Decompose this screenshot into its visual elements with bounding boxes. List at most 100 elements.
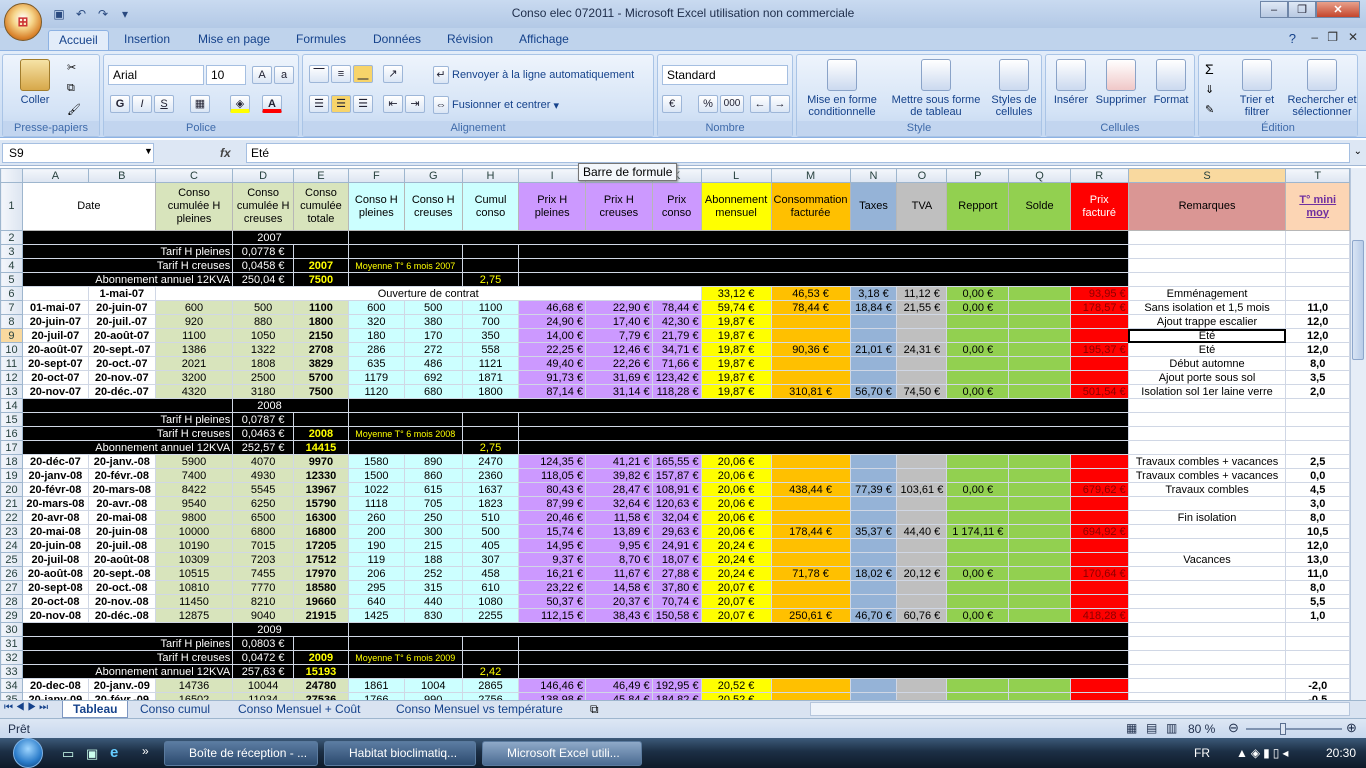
cell[interactable] bbox=[1127, 622, 1287, 637]
zoom-level[interactable]: 80 % bbox=[1188, 722, 1215, 736]
cell-e[interactable]: 1800 bbox=[293, 314, 349, 329]
cell-r[interactable] bbox=[1069, 314, 1129, 329]
cell-f[interactable]: 640 bbox=[347, 594, 405, 609]
cell[interactable] bbox=[1285, 230, 1350, 245]
cell-nn[interactable]: 77,39 € bbox=[849, 482, 898, 497]
cell-h[interactable]: 1100 bbox=[461, 300, 520, 315]
cell-a[interactable]: 20-avr-08 bbox=[21, 510, 89, 525]
cell-q[interactable] bbox=[1008, 524, 1071, 539]
tarif-value[interactable]: 252,57 € bbox=[232, 440, 294, 455]
cell-t[interactable]: 10,5 bbox=[1285, 524, 1350, 539]
cell-i[interactable]: 146,46 € bbox=[518, 678, 587, 693]
cell-l[interactable]: 19,87 € bbox=[700, 314, 772, 329]
cell-t[interactable]: 2,0 bbox=[1285, 384, 1350, 399]
vertical-scroll-thumb[interactable] bbox=[1352, 240, 1364, 360]
cell-b[interactable]: 20-nov.-08 bbox=[87, 594, 156, 609]
cell-e[interactable]: 2708 bbox=[293, 342, 349, 357]
cell-j[interactable]: 38,43 € bbox=[585, 608, 653, 623]
cell[interactable] bbox=[1127, 426, 1287, 441]
header-date[interactable]: Date bbox=[21, 182, 156, 231]
cell-q[interactable] bbox=[1008, 552, 1071, 567]
row-header[interactable]: 5 bbox=[0, 272, 23, 287]
tarif-total[interactable]: 14415 bbox=[293, 440, 349, 455]
header-t[interactable]: T° mini moy bbox=[1285, 182, 1350, 231]
cell-h[interactable]: 2756 bbox=[461, 692, 520, 700]
column-header-m[interactable]: M bbox=[770, 168, 851, 183]
cell-m[interactable] bbox=[770, 370, 851, 385]
column-header-n[interactable]: N bbox=[849, 168, 898, 183]
cell[interactable] bbox=[1127, 636, 1287, 651]
cell-a[interactable]: 20-juil-07 bbox=[21, 328, 89, 343]
find-select-button[interactable]: Rechercher et sélectionner bbox=[1285, 59, 1359, 118]
cell-t[interactable]: 5,5 bbox=[1285, 594, 1350, 609]
table-row[interactable]: 26 20-août-08 20-sept.-08 10515 7455 17970 206… bbox=[0, 566, 1350, 581]
row-header[interactable]: 18 bbox=[0, 454, 23, 469]
column-header-b[interactable]: B bbox=[87, 168, 156, 183]
row-header[interactable]: 6 bbox=[0, 286, 23, 301]
cell-a[interactable]: 20-nov-08 bbox=[21, 608, 89, 623]
table-row[interactable]: 32 Tarif H creuses 0,0472 €2009 Moyenne T° … bbox=[0, 650, 1350, 665]
cell-h[interactable]: 2865 bbox=[461, 678, 520, 693]
cell-f[interactable]: 260 bbox=[347, 510, 405, 525]
cell-g[interactable]: 250 bbox=[403, 510, 463, 525]
orientation-icon[interactable]: ↗ bbox=[383, 65, 403, 83]
cell-e[interactable]: 18580 bbox=[293, 580, 349, 595]
cell-c[interactable]: 12875 bbox=[154, 608, 234, 623]
column-header-d[interactable]: D bbox=[232, 168, 294, 183]
cell-d[interactable]: 6500 bbox=[232, 510, 294, 525]
tab-accueil[interactable]: Accueil bbox=[48, 30, 109, 50]
moyenne-value[interactable] bbox=[461, 426, 520, 441]
tab-formules[interactable]: Formules bbox=[286, 30, 356, 50]
cell-f[interactable]: 1766 bbox=[347, 692, 405, 700]
cell-h[interactable]: 1080 bbox=[461, 594, 520, 609]
cell[interactable] bbox=[1127, 398, 1287, 413]
cell-a[interactable]: 20-oct-07 bbox=[21, 370, 89, 385]
cell-m[interactable] bbox=[770, 328, 851, 343]
table-row[interactable]: 18 20-déc-07 20-janv.-08 5900 4070 9970 1580 89… bbox=[0, 454, 1350, 469]
cell-c[interactable]: 7400 bbox=[154, 468, 234, 483]
cell-d[interactable]: 880 bbox=[232, 314, 294, 329]
cell-s[interactable] bbox=[1127, 678, 1287, 693]
cell[interactable] bbox=[347, 622, 1129, 637]
font-size-select[interactable]: 10 bbox=[206, 65, 246, 85]
cell-c[interactable]: 2021 bbox=[154, 356, 234, 371]
underline-button[interactable]: S bbox=[154, 95, 174, 113]
cell-o[interactable] bbox=[896, 538, 948, 553]
format-cells-button[interactable]: Format bbox=[1148, 59, 1194, 106]
cell-s[interactable]: Travaux combles bbox=[1127, 482, 1287, 497]
row-header[interactable]: 8 bbox=[0, 314, 23, 329]
cell-f[interactable]: 200 bbox=[347, 524, 405, 539]
column-header-a[interactable]: A bbox=[21, 168, 89, 183]
cell-t[interactable]: 1,0 bbox=[1285, 608, 1350, 623]
cell-l[interactable]: 20,24 € bbox=[700, 552, 772, 567]
format-table-button[interactable]: Mettre sous forme de tableau bbox=[887, 59, 985, 118]
header-l[interactable]: Abonnement mensuel bbox=[700, 182, 772, 231]
row-header[interactable]: 33 bbox=[0, 664, 23, 679]
header-q[interactable]: Solde bbox=[1008, 182, 1071, 231]
cell-o[interactable]: 11,12 € bbox=[896, 286, 948, 301]
cell-l[interactable]: 20,07 € bbox=[700, 594, 772, 609]
cell-a[interactable]: 20-août-07 bbox=[21, 342, 89, 357]
cell-i[interactable]: 22,25 € bbox=[518, 342, 587, 357]
cell-h[interactable]: 458 bbox=[461, 566, 520, 581]
cell[interactable] bbox=[1127, 230, 1287, 245]
cell-h[interactable]: 610 bbox=[461, 580, 520, 595]
copy-icon[interactable]: ⧉ bbox=[67, 82, 75, 95]
merge-center-button[interactable]: ⇔ Fusionner et centrer ▾ bbox=[433, 95, 559, 115]
quicklaunch-more-icon[interactable]: » bbox=[142, 744, 149, 758]
cell[interactable] bbox=[1127, 664, 1287, 679]
cell-h[interactable]: 2360 bbox=[461, 468, 520, 483]
cell[interactable] bbox=[1127, 650, 1287, 665]
cell-d[interactable]: 7015 bbox=[232, 538, 294, 553]
cell-q[interactable] bbox=[1008, 342, 1071, 357]
cell-c[interactable]: 1100 bbox=[154, 328, 234, 343]
cell-h[interactable]: 1800 bbox=[461, 384, 520, 399]
column-header-s[interactable]: S bbox=[1127, 168, 1287, 183]
cell-t[interactable]: 12,0 bbox=[1285, 314, 1350, 329]
cell-e[interactable]: 3829 bbox=[293, 356, 349, 371]
header-n[interactable]: Taxes bbox=[849, 182, 898, 231]
cell-nn[interactable] bbox=[849, 370, 898, 385]
save-icon[interactable]: ▣ bbox=[50, 5, 68, 23]
cell-q[interactable] bbox=[1008, 580, 1071, 595]
cell-e[interactable]: 1100 bbox=[293, 300, 349, 315]
